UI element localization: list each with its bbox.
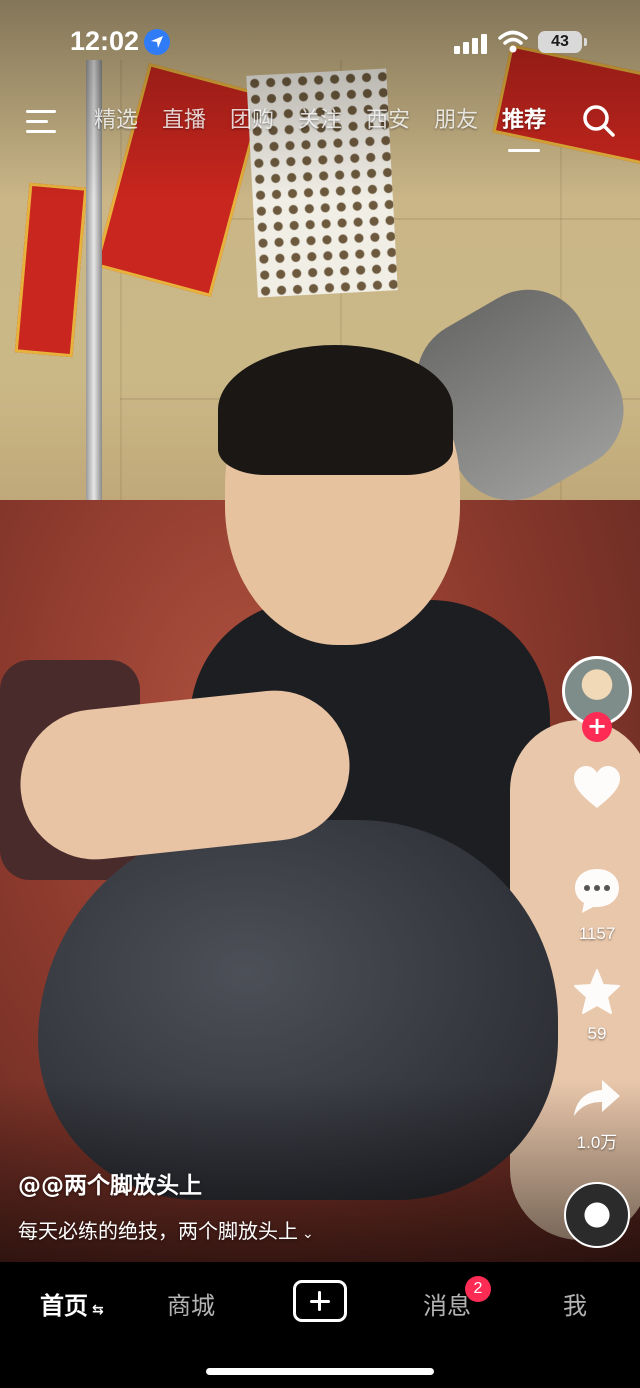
search-icon[interactable]: [582, 104, 616, 142]
status-bar: 12:02 43: [0, 0, 640, 88]
tab-live[interactable]: 直播: [162, 104, 206, 144]
tab-following[interactable]: 关注: [298, 104, 342, 144]
tab-mall[interactable]: 商城: [167, 1286, 215, 1321]
signal-icon: [454, 32, 488, 54]
tab-xian[interactable]: 西安: [366, 104, 410, 144]
red-couplet-decoration: [14, 182, 88, 358]
author-name[interactable]: @@两个脚放头上: [18, 1166, 202, 1200]
person-hair: [218, 345, 453, 475]
tab-featured[interactable]: 精选: [94, 104, 138, 144]
tab-group-buy[interactable]: 团购: [230, 104, 274, 144]
chevron-down-icon: ⌄: [302, 1226, 314, 1242]
wifi-icon: [498, 30, 528, 58]
home-indicator[interactable]: [206, 1368, 434, 1375]
tab-friends[interactable]: 朋友: [434, 104, 478, 144]
status-time: 12:02: [70, 26, 140, 56]
tab-home[interactable]: 首页 ⇆: [40, 1286, 104, 1321]
author-avatar-group: +: [562, 656, 632, 746]
battery-icon: 43: [538, 31, 587, 53]
favorite-button[interactable]: 59: [560, 968, 634, 1044]
follow-button[interactable]: +: [582, 712, 612, 742]
tab-home-label: 首页: [40, 1292, 88, 1320]
heart-icon: [574, 766, 620, 808]
top-tabs: 精选 直播 团购 关注 西安 朋友 推荐: [94, 104, 570, 152]
swap-arrows-icon: ⇆: [92, 1302, 104, 1318]
hamburger-menu-icon[interactable]: [26, 108, 56, 134]
share-count: 1.0万: [576, 1133, 618, 1152]
comment-count: 1157: [578, 924, 616, 943]
tab-me[interactable]: 我: [563, 1286, 587, 1321]
messages-badge: 2: [465, 1276, 491, 1302]
favorite-count: 59: [587, 1024, 607, 1043]
star-icon: [574, 969, 620, 1014]
tab-recommended[interactable]: 推荐: [502, 104, 546, 152]
share-arrow-icon: [574, 1080, 620, 1116]
like-button[interactable]: [560, 764, 634, 818]
plus-icon: +: [586, 712, 608, 740]
comment-icon: [575, 869, 619, 913]
description-text: 每天必练的绝技，两个脚放头上: [18, 1219, 298, 1243]
video-description[interactable]: 每天必练的绝技，两个脚放头上 ⌄: [18, 1215, 314, 1244]
music-disc-icon[interactable]: [564, 1182, 630, 1248]
tab-messages[interactable]: 消息: [423, 1286, 471, 1321]
plus-square-icon[interactable]: [293, 1280, 347, 1322]
comment-button[interactable]: 1157: [560, 866, 634, 944]
share-button[interactable]: 1.0万: [560, 1078, 634, 1153]
video-player[interactable]: [0, 0, 640, 1262]
location-arrow-icon: [144, 29, 170, 55]
battery-level: 43: [551, 33, 569, 50]
